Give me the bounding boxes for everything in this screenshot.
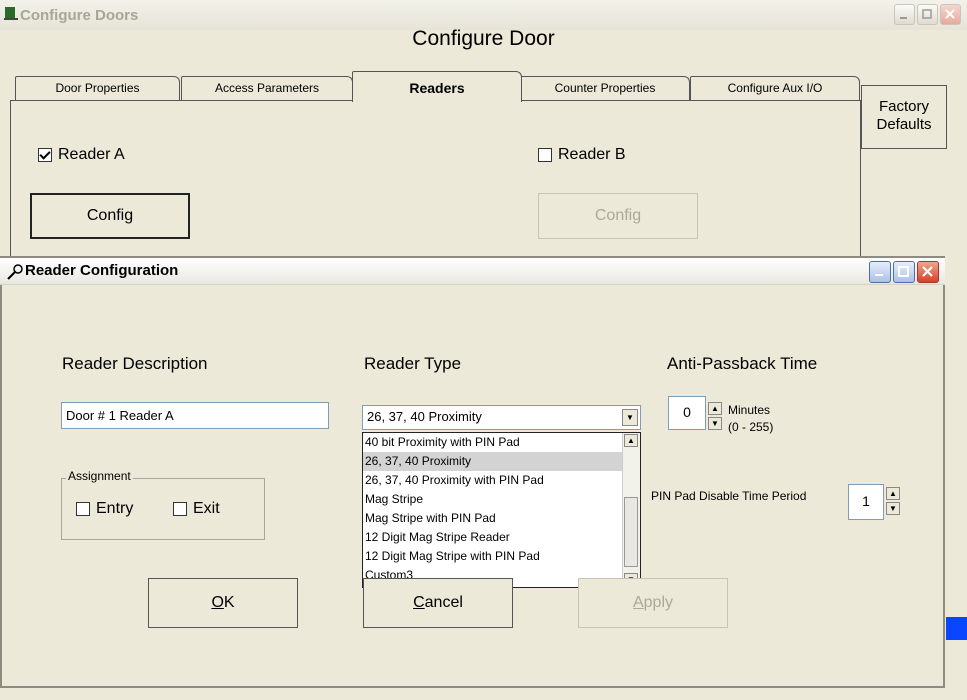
background-blue-strip [946, 617, 967, 640]
dialog-maximize-button[interactable] [893, 261, 915, 283]
apply-label-rest: pply [643, 594, 674, 611]
reader-type-combo[interactable]: 26, 37, 40 Proximity [362, 405, 641, 430]
maximize-icon [898, 266, 909, 277]
reader-type-dropdown-list: 40 bit Proximity with PIN Pad 26, 37, 40 … [362, 432, 641, 588]
anti-passback-unit: Minutes [728, 403, 771, 417]
dropdown-scrollbar[interactable]: ▲ ▼ [622, 433, 640, 587]
dialog-window-controls [869, 261, 939, 283]
anti-passback-label: Anti-Passback Time [667, 354, 818, 373]
reader-type-option[interactable]: Mag Stripe with PIN Pad [363, 509, 623, 528]
assignment-legend: Assignment [66, 469, 133, 483]
anti-passback-up-icon[interactable]: ▲ [708, 402, 722, 415]
exit-checkbox-row[interactable]: Exit [173, 500, 220, 518]
scrollbar-thumb[interactable] [624, 497, 638, 567]
factory-defaults-button[interactable]: Factory Defaults [861, 85, 947, 149]
minimize-icon [875, 274, 883, 276]
pin-pad-down-icon[interactable]: ▼ [886, 502, 900, 515]
tab-door-properties[interactable]: Door Properties [15, 76, 180, 101]
door-app-icon [4, 6, 18, 20]
ok-button[interactable]: OK [148, 578, 298, 628]
dialog-minimize-button[interactable] [869, 261, 891, 283]
anti-passback-down-icon[interactable]: ▼ [708, 417, 722, 430]
reader-description-label: Reader Description [62, 354, 208, 373]
page-heading: Configure Door [412, 27, 555, 50]
outer-minimize-button[interactable] [894, 4, 915, 25]
close-icon [922, 266, 933, 277]
reader-type-label: Reader Type [364, 354, 462, 373]
reader-type-value: 26, 37, 40 Proximity [367, 409, 482, 424]
factory-defaults-line1: Factory [878, 98, 929, 115]
outer-titlebar [0, 0, 967, 30]
pin-pad-up-icon[interactable]: ▲ [886, 487, 900, 500]
reader-type-option[interactable]: 26, 37, 40 Proximity [363, 452, 623, 471]
outer-window-title: Configure Doors [20, 7, 139, 24]
apply-button[interactable]: Apply [578, 578, 728, 628]
factory-defaults-line2: Defaults [876, 116, 932, 133]
reader-type-option[interactable]: 40 bit Proximity with PIN Pad [363, 433, 623, 452]
reader-b-checkbox-row[interactable]: Reader B [538, 146, 626, 164]
reader-description-input[interactable] [61, 402, 329, 429]
dialog-close-button[interactable] [917, 261, 939, 283]
maximize-icon [922, 9, 932, 19]
pin-pad-disable-label: PIN Pad Disable Time Period [651, 489, 807, 503]
exit-label: Exit [193, 500, 220, 517]
reader-type-option[interactable]: 12 Digit Mag Stripe with PIN Pad [363, 547, 623, 566]
reader-a-checkbox[interactable] [38, 148, 52, 162]
outer-maximize-button[interactable] [917, 4, 938, 25]
reader-b-checkbox[interactable] [538, 148, 552, 162]
reader-b-label: Reader B [558, 146, 626, 163]
entry-label: Entry [96, 500, 134, 517]
entry-checkbox-row[interactable]: Entry [76, 500, 133, 518]
ok-accelerator: O [211, 594, 224, 611]
entry-checkbox[interactable] [76, 502, 90, 516]
pin-pad-disable-input[interactable]: 1 [848, 484, 884, 520]
dialog-title: Reader Configuration [25, 262, 179, 279]
tab-counter-properties[interactable]: Counter Properties [520, 76, 690, 101]
config-reader-a-button[interactable]: Config [30, 193, 190, 239]
tab-configure-aux-io[interactable]: Configure Aux I/O [690, 76, 860, 101]
reader-type-option[interactable]: Mag Stripe [363, 490, 623, 509]
outer-window-controls [894, 4, 961, 25]
reader-type-options: 40 bit Proximity with PIN Pad 26, 37, 40 … [363, 433, 640, 585]
cancel-button[interactable]: Cancel [363, 578, 513, 628]
close-icon [945, 9, 955, 19]
tab-readers[interactable]: Readers [352, 71, 522, 102]
reader-type-option[interactable]: 12 Digit Mag Stripe Reader [363, 528, 623, 547]
minimize-icon [900, 17, 907, 19]
scroll-up-icon[interactable]: ▲ [624, 434, 638, 447]
wrench-icon [6, 263, 24, 286]
apply-accelerator: A [632, 594, 644, 611]
ok-label-rest: K [223, 594, 235, 611]
config-reader-b-button[interactable]: Config [538, 193, 698, 239]
cancel-accelerator: C [413, 594, 425, 611]
reader-a-checkbox-row[interactable]: Reader A [38, 146, 125, 164]
reader-type-option[interactable]: 26, 37, 40 Proximity with PIN Pad [363, 471, 623, 490]
tab-access-parameters[interactable]: Access Parameters [181, 76, 353, 101]
anti-passback-range: (0 - 255) [728, 420, 774, 434]
outer-close-button[interactable] [940, 4, 961, 25]
reader-a-label: Reader A [58, 146, 125, 163]
anti-passback-input[interactable]: 0 [668, 396, 706, 430]
chevron-down-icon: ▼ [626, 413, 634, 422]
cancel-label-rest: ancel [424, 594, 463, 611]
reader-type-dropdown-button[interactable]: ▼ [622, 409, 638, 426]
exit-checkbox[interactable] [173, 502, 187, 516]
